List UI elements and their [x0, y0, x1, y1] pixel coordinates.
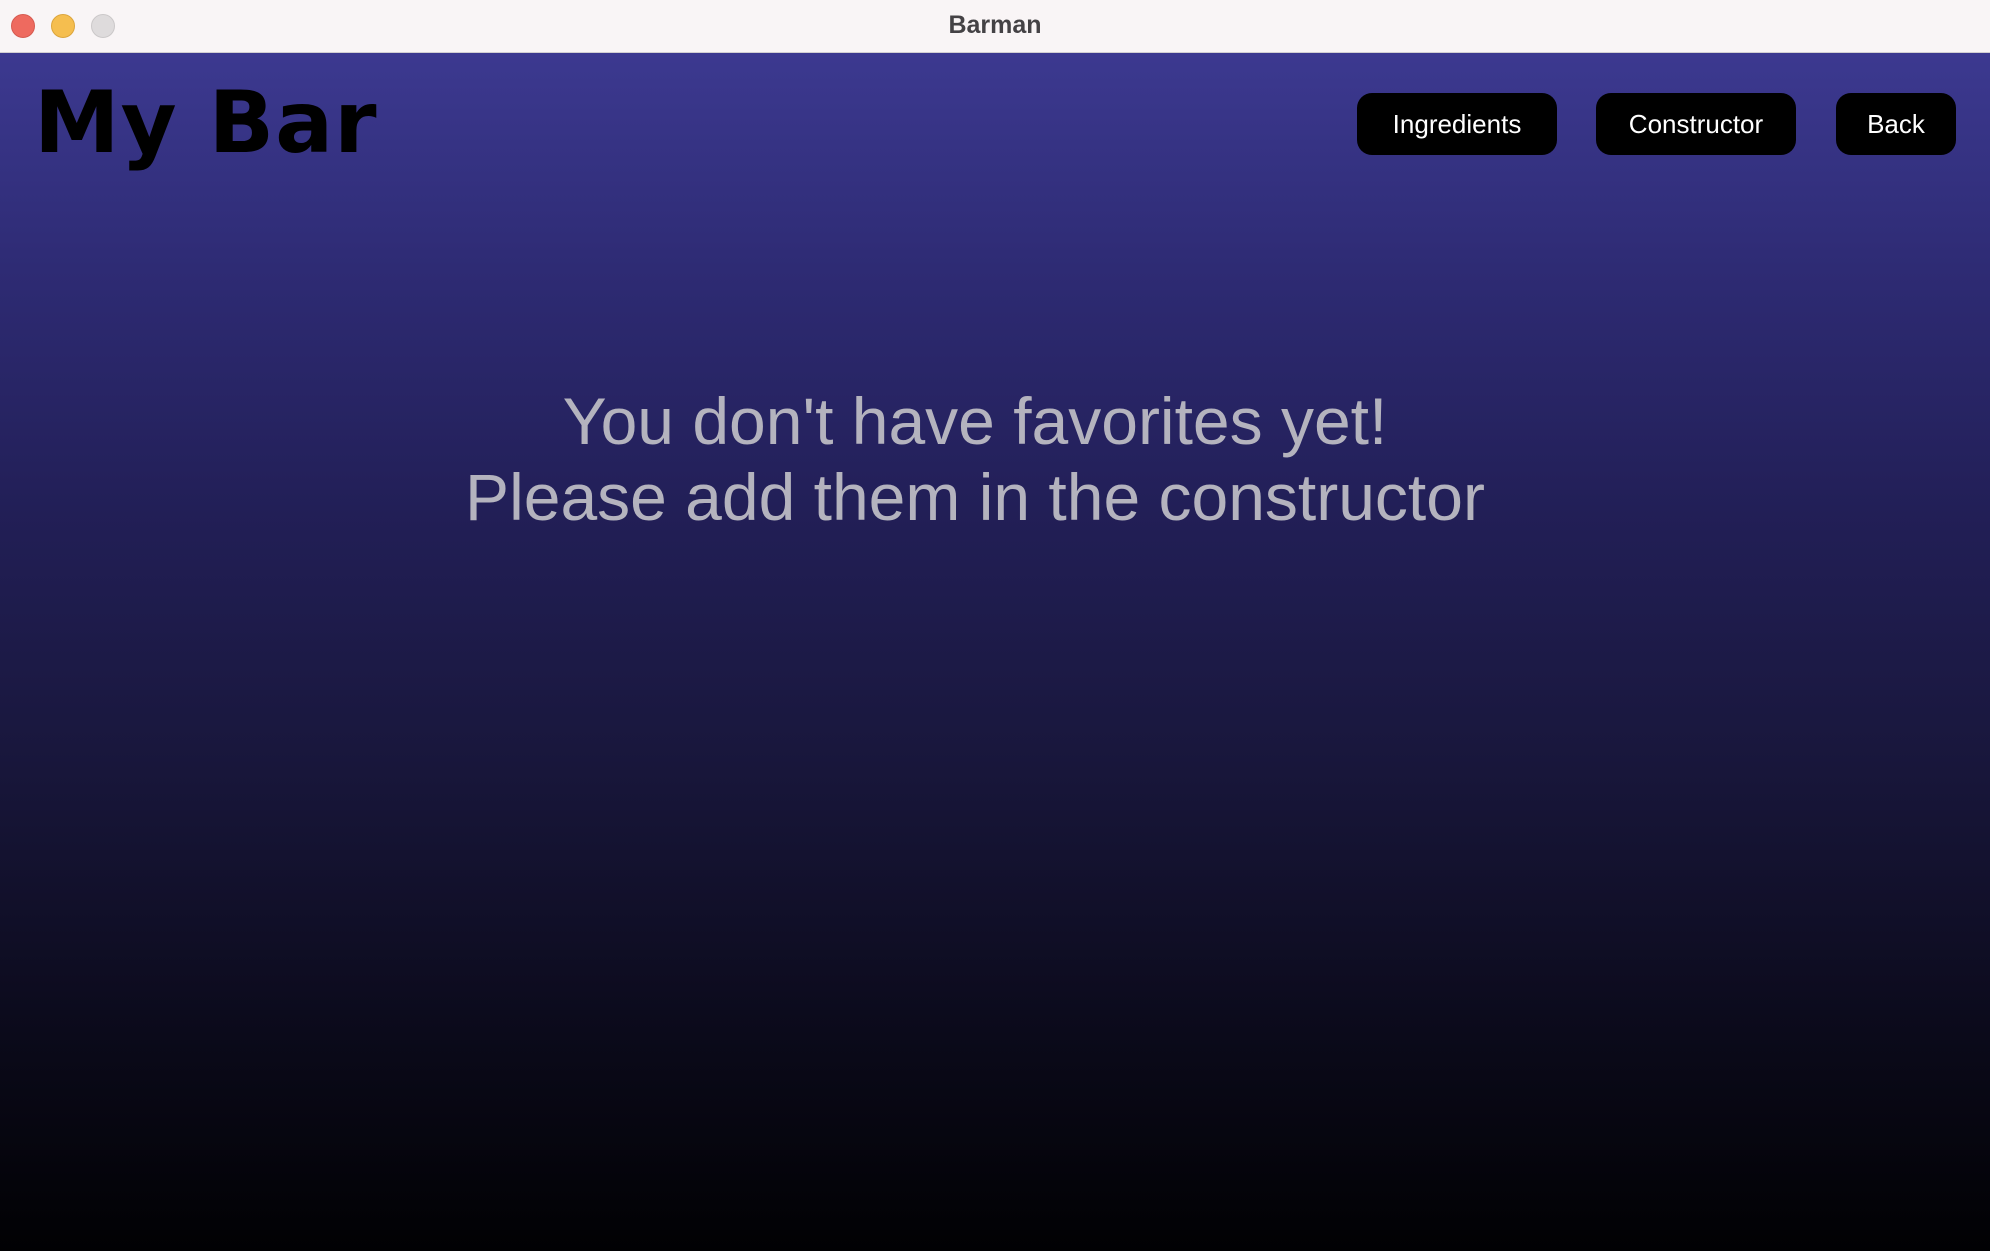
empty-favorites-hint: Please add them in the constructor — [465, 460, 1485, 534]
back-button[interactable]: Back — [1836, 93, 1956, 155]
main-content: My Bar Ingredients Constructor Back You … — [0, 53, 1990, 1251]
app-window: Barman My Bar Ingredients Constructor Ba… — [0, 0, 1990, 1251]
window-titlebar[interactable]: Barman — [0, 0, 1990, 53]
empty-favorites-message: You don't have favorites yet! — [562, 384, 1388, 458]
app-title: My Bar — [34, 73, 378, 173]
window-title: Barman — [948, 11, 1042, 39]
ingredients-button[interactable]: Ingredients — [1357, 93, 1557, 155]
constructor-button[interactable]: Constructor — [1596, 93, 1796, 155]
